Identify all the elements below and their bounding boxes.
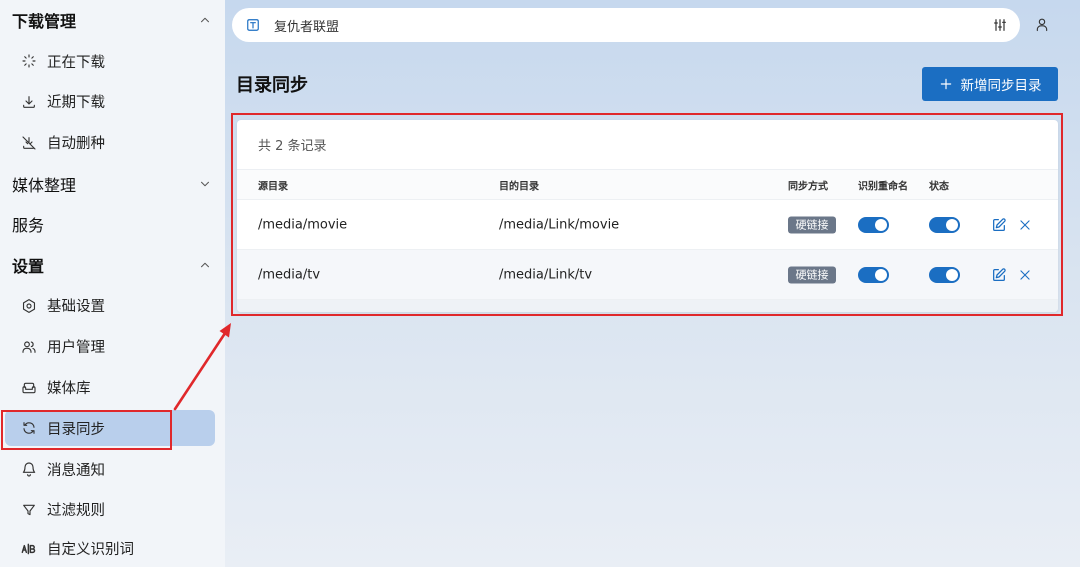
users-icon bbox=[21, 339, 37, 355]
status-toggle[interactable] bbox=[929, 266, 960, 283]
text-icon bbox=[246, 18, 260, 32]
plus-icon bbox=[939, 77, 953, 91]
column-header-destination: 目的目录 bbox=[499, 181, 539, 192]
source-cell: /media/movie bbox=[258, 217, 348, 232]
sync-mode-badge: 硬链接 bbox=[788, 266, 836, 283]
sync-mode-badge: 硬链接 bbox=[788, 216, 836, 233]
sidebar-item-media-library[interactable]: 媒体库 bbox=[0, 367, 225, 408]
toggle-knob bbox=[875, 218, 887, 231]
sidebar-item-label: 媒体库 bbox=[47, 381, 91, 398]
destination-cell: /media/Link/tv bbox=[499, 267, 593, 282]
sidebar-item-auto-delete[interactable]: 自动删种 bbox=[0, 122, 225, 163]
filter-icon bbox=[21, 502, 37, 518]
sidebar-item-label: 过滤规则 bbox=[47, 503, 105, 520]
destination-cell: /media/Link/movie bbox=[499, 217, 620, 232]
toggle-knob bbox=[946, 268, 958, 281]
column-header-sync-mode: 同步方式 bbox=[788, 181, 828, 192]
sidebar-item-recent-downloads[interactable]: 近期下载 bbox=[0, 82, 225, 123]
table-header: 源目录 目的目录 同步方式 识别重命名 状态 bbox=[237, 170, 1058, 200]
sidebar-item-services[interactable]: 服务 bbox=[0, 204, 225, 245]
edit-icon[interactable] bbox=[991, 217, 1007, 233]
nav-group-settings[interactable]: 设置 bbox=[0, 245, 225, 286]
close-icon[interactable] bbox=[1018, 218, 1032, 232]
sidebar-item-label: 自定义识别词 bbox=[47, 542, 134, 559]
sidebar-item-label: 自动删种 bbox=[47, 136, 105, 153]
sidebar-item-label: 近期下载 bbox=[47, 95, 105, 112]
status-toggle[interactable] bbox=[929, 216, 960, 233]
nav-group-label: 下载管理 bbox=[12, 12, 77, 32]
toggle-knob bbox=[875, 268, 887, 281]
add-sync-directory-button[interactable]: 新增同步目录 bbox=[922, 67, 1058, 101]
source-cell: /media/tv bbox=[258, 267, 321, 282]
sidebar-item-user-management[interactable]: 用户管理 bbox=[0, 326, 225, 367]
search-bar[interactable] bbox=[232, 8, 1020, 42]
column-header-status: 状态 bbox=[929, 181, 949, 192]
nav-group-download-management[interactable]: 下载管理 bbox=[0, 0, 225, 41]
sync-table-card: 共 2 条记录 源目录 目的目录 同步方式 识别重命名 状态 /media/mo… bbox=[237, 120, 1058, 312]
toggle-knob bbox=[946, 218, 958, 231]
page-title: 目录同步 bbox=[236, 75, 308, 96]
sidebar-item-notifications[interactable]: 消息通知 bbox=[0, 449, 225, 490]
chevron-up-icon bbox=[198, 13, 212, 27]
search-input[interactable] bbox=[274, 17, 954, 33]
sidebar-nav: 下载管理 正在下载 近期下载 自动删种 媒体整理 服务 设置 基础设置 用户管理… bbox=[0, 0, 225, 567]
download-off-icon bbox=[21, 135, 37, 151]
loading-icon bbox=[21, 53, 37, 69]
chevron-down-icon bbox=[198, 177, 212, 191]
gear-icon bbox=[21, 298, 37, 314]
table-row: /media/movie /media/Link/movie 硬链接 bbox=[237, 200, 1058, 250]
sync-icon bbox=[21, 420, 37, 436]
sidebar-item-label: 正在下载 bbox=[47, 54, 105, 71]
table-footer bbox=[237, 300, 1058, 312]
column-header-rename: 识别重命名 bbox=[858, 181, 908, 192]
nav-group-label: 媒体整理 bbox=[12, 175, 77, 195]
sidebar-item-label: 用户管理 bbox=[47, 340, 105, 357]
tune-icon[interactable] bbox=[992, 17, 1008, 33]
download-icon bbox=[21, 94, 37, 110]
rename-toggle[interactable] bbox=[858, 266, 889, 283]
record-count: 共 2 条记录 bbox=[237, 120, 1058, 170]
sidebar-item-directory-sync[interactable]: 目录同步 bbox=[0, 408, 225, 449]
sidebar-item-custom-words[interactable]: 自定义识别词 bbox=[0, 530, 225, 567]
bell-icon bbox=[21, 461, 37, 477]
nav-group-media-organize[interactable]: 媒体整理 bbox=[0, 163, 225, 204]
ab-icon bbox=[21, 541, 37, 557]
user-icon[interactable] bbox=[1034, 16, 1050, 33]
nav-group-label: 设置 bbox=[12, 257, 45, 277]
edit-icon[interactable] bbox=[991, 267, 1007, 283]
media-library-icon bbox=[21, 380, 37, 396]
sidebar-item-downloading[interactable]: 正在下载 bbox=[0, 41, 225, 82]
column-header-source: 源目录 bbox=[258, 181, 288, 192]
add-button-label: 新增同步目录 bbox=[960, 78, 1042, 94]
sidebar-item-label: 基础设置 bbox=[47, 299, 105, 316]
close-icon[interactable] bbox=[1018, 268, 1032, 282]
sidebar-item-filter-rules[interactable]: 过滤规则 bbox=[0, 490, 225, 531]
sidebar-item-label: 消息通知 bbox=[47, 462, 105, 479]
sidebar: 下载管理 正在下载 近期下载 自动删种 媒体整理 服务 设置 基础设置 用户管理… bbox=[0, 0, 225, 567]
sidebar-item-label: 目录同步 bbox=[47, 421, 105, 438]
sidebar-item-basic-settings[interactable]: 基础设置 bbox=[0, 286, 225, 327]
table-row: /media/tv /media/Link/tv 硬链接 bbox=[237, 250, 1058, 300]
rename-toggle[interactable] bbox=[858, 216, 889, 233]
sidebar-item-label: 服务 bbox=[12, 216, 45, 236]
chevron-up-icon bbox=[198, 258, 212, 272]
